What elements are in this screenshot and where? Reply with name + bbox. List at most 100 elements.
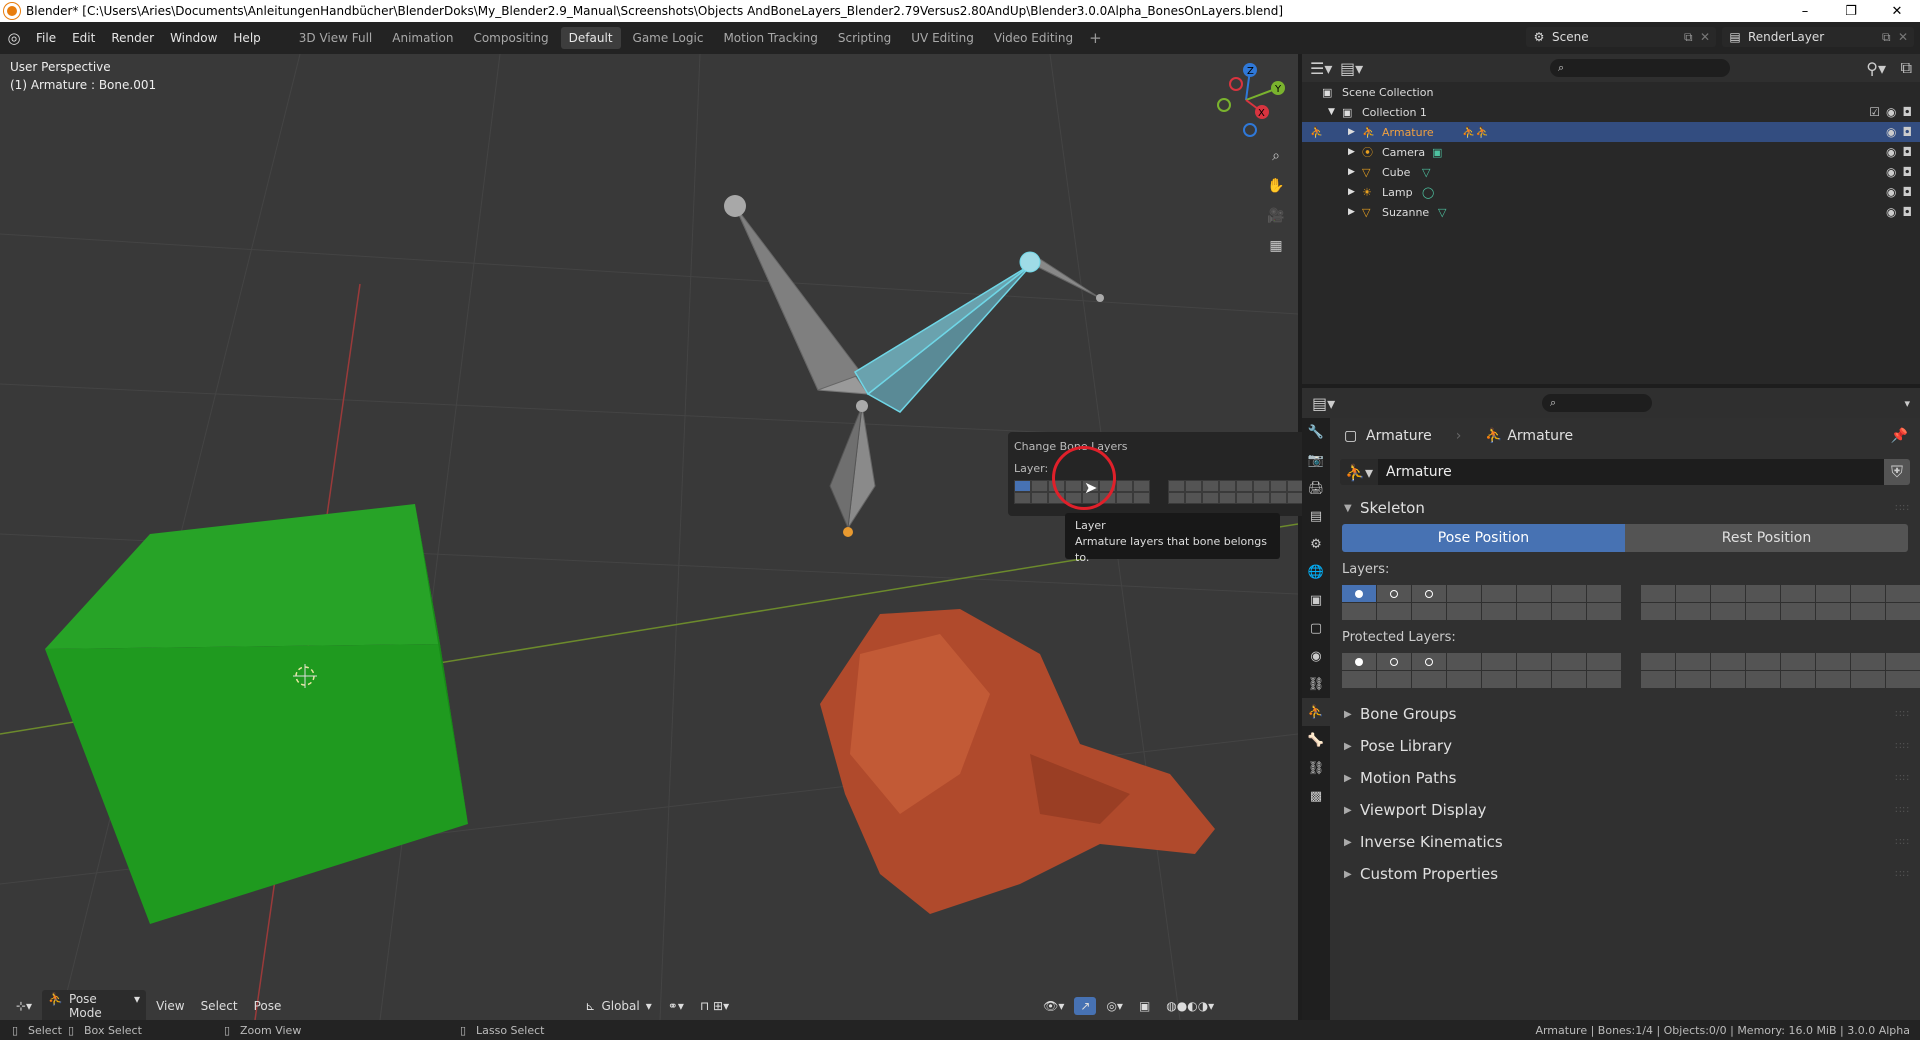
pose-position-button[interactable]: Pose Position xyxy=(1342,524,1625,552)
orientation-selector[interactable]: ⊾ Global ▾ xyxy=(579,997,657,1015)
bone-constraint-tab-icon[interactable]: ⛓ xyxy=(1302,754,1330,782)
object-tab-icon[interactable]: ▢ xyxy=(1302,614,1330,642)
menu-render[interactable]: Render xyxy=(103,22,162,54)
menu-help[interactable]: Help xyxy=(225,22,268,54)
eye-icon[interactable]: ◉ xyxy=(1886,105,1896,119)
data-block-selector[interactable]: ⛹▾ Armature ⛨ xyxy=(1340,458,1910,486)
motion-paths-panel[interactable]: ▶ Motion Paths ∷∷ xyxy=(1330,762,1920,794)
scene-selector[interactable]: ⚙ Scene ⧉ ✕ xyxy=(1526,27,1716,47)
drag-grip-icon[interactable]: ∷∷ xyxy=(1895,741,1910,752)
pin-icon[interactable]: 📌 xyxy=(1891,428,1908,444)
camera-icon[interactable]: ◘ xyxy=(1903,185,1913,199)
snap-icon[interactable]: ⊓ ⊞▾ xyxy=(694,997,735,1015)
view-menu[interactable]: View xyxy=(150,997,190,1015)
workspace-tab-video-editing[interactable]: Video Editing xyxy=(986,27,1081,49)
eye-icon[interactable]: ◉ xyxy=(1886,145,1896,159)
new-scene-icon[interactable]: ⧉ xyxy=(1684,30,1700,45)
collection-tab-icon[interactable]: ▣ xyxy=(1302,586,1330,614)
menu-edit[interactable]: Edit xyxy=(64,22,103,54)
remove-view-layer-icon[interactable]: ✕ xyxy=(1898,30,1914,44)
pose-menu[interactable]: Pose xyxy=(248,997,288,1015)
tool-tab-icon[interactable]: 🔧 xyxy=(1302,418,1330,446)
cube-object[interactable] xyxy=(45,504,468,924)
zoom-icon[interactable]: ⌕ xyxy=(1264,144,1288,168)
armature-data-tab-icon[interactable]: ⛹ xyxy=(1302,698,1330,726)
workspace-tab-motion-tracking[interactable]: Motion Tracking xyxy=(715,27,825,49)
display-mode-icon[interactable]: ▤▾ xyxy=(1340,59,1370,78)
overlay-icon[interactable]: ◎▾ xyxy=(1100,997,1129,1015)
visibility-icon[interactable]: 👁▾ xyxy=(1037,997,1070,1015)
blender-menu-icon[interactable]: ◎ xyxy=(0,29,28,47)
view-layer-selector[interactable]: ▤ RenderLayer ⧉ ✕ xyxy=(1722,27,1914,47)
close-button[interactable]: ✕ xyxy=(1874,4,1920,19)
workspace-tab-animation[interactable]: Animation xyxy=(384,27,461,49)
camera-icon[interactable]: ◘ xyxy=(1903,165,1913,179)
custom-properties-panel[interactable]: ▶ Custom Properties ∷∷ xyxy=(1330,858,1920,890)
constraints-tab-icon[interactable]: ⛓ xyxy=(1302,670,1330,698)
add-workspace-button[interactable]: + xyxy=(1083,29,1108,47)
bone-groups-panel[interactable]: ▶ Bone Groups ∷∷ xyxy=(1330,698,1920,730)
perspective-grid-icon[interactable]: ▦ xyxy=(1264,234,1288,258)
new-collection-icon[interactable]: ⧉ xyxy=(1901,58,1912,78)
drag-grip-icon[interactable]: ∷∷ xyxy=(1895,709,1910,720)
workspace-tab-uv-editing[interactable]: UV Editing xyxy=(903,27,982,49)
collection-row[interactable]: ▼ ▣ Collection 1 ☑ ◉ ◘ xyxy=(1302,102,1920,122)
eye-icon[interactable]: ◉ xyxy=(1886,205,1896,219)
protected-grid-left[interactable] xyxy=(1342,653,1621,688)
popup-layer-grid-right[interactable] xyxy=(1168,480,1304,504)
outliner-item-suzanne[interactable]: ▶ ▽ Suzanne ▽ ◉ ◘ xyxy=(1302,202,1920,222)
workspace-tab-game-logic[interactable]: Game Logic xyxy=(625,27,712,49)
camera-icon[interactable]: ◘ xyxy=(1903,205,1913,219)
remove-scene-icon[interactable]: ✕ xyxy=(1700,30,1716,44)
camera-view-icon[interactable]: 🎥 xyxy=(1264,204,1288,228)
fake-user-shield-icon[interactable]: ⛨ xyxy=(1884,459,1910,485)
eye-icon[interactable]: ◉ xyxy=(1886,165,1896,179)
world-tab-icon[interactable]: 🌐 xyxy=(1302,558,1330,586)
checkbox-icon[interactable]: ☑ xyxy=(1869,105,1880,119)
expand-arrow-icon[interactable]: ▼ xyxy=(1328,107,1342,117)
rest-position-button[interactable]: Rest Position xyxy=(1625,524,1908,552)
filter-icon[interactable]: ⚲▾ xyxy=(1866,59,1886,78)
pan-hand-icon[interactable]: ✋ xyxy=(1264,174,1288,198)
new-view-layer-icon[interactable]: ⧉ xyxy=(1882,30,1898,45)
eye-icon[interactable]: ◉ xyxy=(1886,125,1896,139)
expand-arrow-icon[interactable]: ▶ xyxy=(1348,167,1362,177)
workspace-tab-scripting[interactable]: Scripting xyxy=(830,27,899,49)
select-menu[interactable]: Select xyxy=(195,997,244,1015)
properties-search-input[interactable]: ⌕ xyxy=(1542,394,1652,412)
maximize-button[interactable]: ❐ xyxy=(1828,4,1874,19)
navigation-gizmo[interactable]: Z Y X xyxy=(1206,60,1286,140)
layers-grid-right[interactable] xyxy=(1641,585,1920,620)
expand-arrow-icon[interactable]: ▶ xyxy=(1348,127,1362,137)
camera-icon[interactable]: ◘ xyxy=(1903,145,1913,159)
camera-icon[interactable]: ◘ xyxy=(1903,105,1913,119)
expand-arrow-icon[interactable]: ▶ xyxy=(1348,187,1362,197)
skeleton-panel-header[interactable]: ▼ Skeleton ∷∷ xyxy=(1330,492,1920,524)
scene-tab-icon[interactable]: ⚙ xyxy=(1302,530,1330,558)
minimize-button[interactable]: – xyxy=(1782,4,1828,19)
editor-type-icon[interactable]: ⊹▾ xyxy=(10,997,38,1015)
mode-selector[interactable]: ⛹ Pose Mode ▾ xyxy=(42,990,147,1020)
data-name-field[interactable]: Armature xyxy=(1378,459,1884,485)
pivot-icon[interactable]: ⚭▾ xyxy=(662,997,690,1015)
drag-grip-icon[interactable]: ∷∷ xyxy=(1895,503,1910,514)
bone-tab-icon[interactable]: 🦴 xyxy=(1302,726,1330,754)
physics-tab-icon[interactable]: ◉ xyxy=(1302,642,1330,670)
gizmo-toggle-icon[interactable]: ↗ xyxy=(1074,997,1097,1015)
drag-grip-icon[interactable]: ∷∷ xyxy=(1895,805,1910,816)
eye-icon[interactable]: ◉ xyxy=(1886,185,1896,199)
outliner-item-armature[interactable]: ⛹ ▶ ⛹ Armature ⛹⛹ ◉ ◘ xyxy=(1302,122,1920,142)
camera-icon[interactable]: ◘ xyxy=(1903,125,1913,139)
output-tab-icon[interactable]: 🖨 xyxy=(1302,474,1330,502)
menu-window[interactable]: Window xyxy=(162,22,225,54)
properties-editor-icon[interactable]: ▤▾ xyxy=(1302,394,1342,413)
view-layer-tab-icon[interactable]: ▤ xyxy=(1302,502,1330,530)
menu-file[interactable]: File xyxy=(28,22,64,54)
texture-tab-icon[interactable]: ▩ xyxy=(1302,782,1330,810)
drag-grip-icon[interactable]: ∷∷ xyxy=(1895,837,1910,848)
shading-modes-icon[interactable]: ◍●◐◑▾ xyxy=(1160,997,1220,1015)
protected-grid-right[interactable] xyxy=(1641,653,1920,688)
chevron-down-icon[interactable]: ▾ xyxy=(1904,397,1910,410)
viewport-display-panel[interactable]: ▶ Viewport Display ∷∷ xyxy=(1330,794,1920,826)
scene-collection-row[interactable]: ▣ Scene Collection xyxy=(1302,82,1920,102)
